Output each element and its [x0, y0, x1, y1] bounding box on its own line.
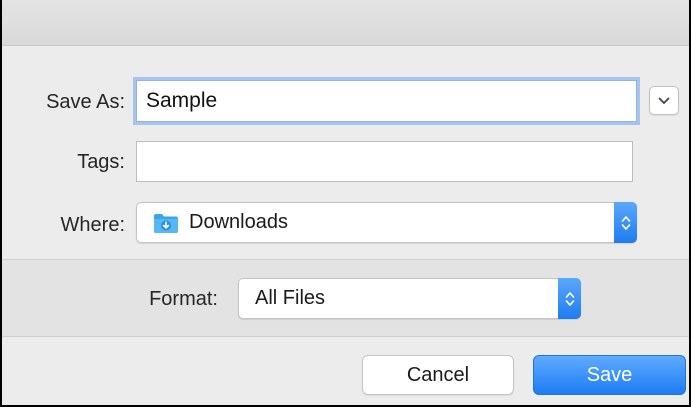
chevron-down-icon: [658, 97, 670, 104]
format-label: Format:: [149, 288, 218, 310]
save-dialog: Save As: Sample Tags: Where: Downloads F: [2, 0, 689, 405]
where-value: Downloads: [189, 211, 288, 233]
format-popup[interactable]: All Files: [238, 278, 581, 319]
up-down-arrows-icon: [565, 291, 574, 306]
format-stepper: [558, 278, 581, 319]
where-label: Where:: [60, 214, 125, 236]
tags-label: Tags:: [77, 151, 125, 173]
save-button[interactable]: Save: [533, 355, 686, 395]
downloads-folder-icon: [154, 213, 178, 233]
title-bar: [2, 0, 689, 46]
save-as-label: Save As:: [46, 91, 125, 113]
where-stepper: [614, 202, 637, 243]
tags-field[interactable]: [136, 141, 633, 182]
save-as-value: Sample: [146, 89, 218, 112]
cancel-button[interactable]: Cancel: [362, 355, 514, 395]
expand-dialog-button[interactable]: [649, 86, 679, 115]
format-value: All Files: [255, 287, 326, 309]
where-popup[interactable]: Downloads: [136, 202, 637, 243]
save-as-field[interactable]: Sample: [136, 80, 637, 122]
up-down-arrows-icon: [621, 215, 630, 230]
